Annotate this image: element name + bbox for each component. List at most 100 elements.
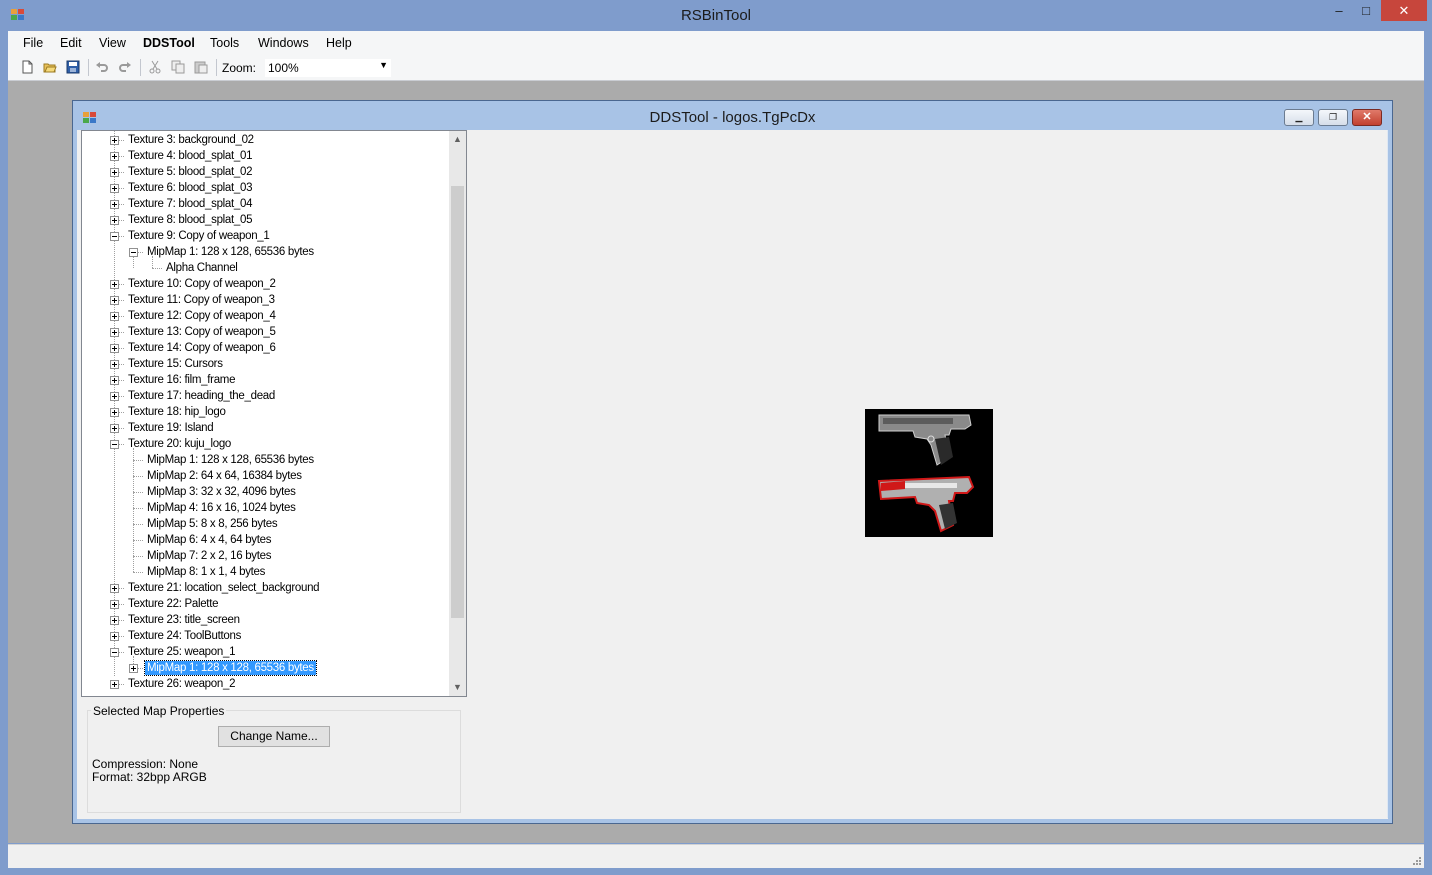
scroll-up-arrow-icon[interactable]: ▲ [449, 131, 466, 148]
tree-connector [133, 492, 143, 493]
tree-node-label: Texture 26: weapon_2 [128, 678, 236, 690]
collapse-minus-icon[interactable] [110, 648, 119, 657]
undo-icon[interactable] [95, 60, 109, 74]
expand-plus-icon[interactable] [110, 152, 119, 161]
tree-node-label: MipMap 1: 128 x 128, 65536 bytes [144, 660, 317, 676]
tree-node-label: MipMap 1: 128 x 128, 65536 bytes [147, 454, 314, 466]
tree-node-label: Texture 24: ToolButtons [128, 630, 242, 642]
expand-plus-icon[interactable] [110, 168, 119, 177]
tree-node-label: Texture 7: blood_splat_04 [128, 198, 253, 210]
tree-node-label: Texture 3: background_02 [128, 134, 254, 146]
tree-connector [133, 556, 143, 557]
cut-icon[interactable] [148, 60, 162, 74]
change-name-button[interactable]: Change Name... [218, 726, 330, 747]
tree-node-label: Texture 23: title_screen [128, 614, 240, 626]
tree-node-label: MipMap 2: 64 x 64, 16384 bytes [147, 470, 302, 482]
expand-plus-icon[interactable] [110, 408, 119, 417]
zoom-combobox[interactable]: 100% ▼ [264, 58, 392, 78]
menu-help[interactable]: Help [326, 36, 352, 50]
copy-icon[interactable] [171, 60, 185, 74]
tree-node-label: Texture 19: Island [128, 422, 214, 434]
expand-plus-icon[interactable] [110, 136, 119, 145]
tree-node-label: MipMap 1: 128 x 128, 65536 bytes [147, 246, 314, 258]
child-restore-button[interactable]: ❐ [1318, 109, 1348, 126]
chevron-down-icon[interactable]: ▼ [379, 60, 388, 70]
tree-node-label: Texture 6: blood_splat_03 [128, 182, 253, 194]
menu-bar: File Edit View DDSTool Tools Windows Hel… [8, 31, 1424, 56]
ddstool-window: DDSTool - logos.TgPcDx ▁ ❐ ✕ ▲ ▼ Texture… [72, 100, 1393, 824]
paste-icon[interactable] [194, 60, 208, 74]
minimize-button[interactable]: ‒ [1330, 0, 1348, 21]
tree-connector [133, 476, 143, 477]
tree-node-label: Texture 22: Palette [128, 598, 219, 610]
menu-tools[interactable]: Tools [210, 36, 239, 50]
expand-plus-icon[interactable] [110, 184, 119, 193]
maximize-button[interactable]: □ [1357, 0, 1375, 21]
tree-node-label: Texture 18: hip_logo [128, 406, 226, 418]
expand-plus-icon[interactable] [110, 616, 119, 625]
tree-node-label: Texture 9: Copy of weapon_1 [128, 230, 270, 242]
scrollbar-thumb[interactable] [451, 186, 464, 618]
menu-ddstool[interactable]: DDSTool [143, 36, 195, 50]
expand-plus-icon[interactable] [110, 360, 119, 369]
open-folder-icon[interactable] [43, 60, 57, 74]
menu-windows[interactable]: Windows [258, 36, 309, 50]
tree-connector [152, 268, 162, 269]
toolbar-separator [216, 59, 217, 76]
child-minimize-button[interactable]: ▁ [1284, 109, 1314, 126]
tree-connector [114, 131, 115, 676]
tree-node-label: Texture 13: Copy of weapon_5 [128, 326, 276, 338]
texture-tree-view[interactable]: ▲ ▼ Texture 3: background_02 Texture 4: b… [81, 130, 467, 697]
collapse-minus-icon[interactable] [129, 248, 138, 257]
expand-plus-icon[interactable] [110, 376, 119, 385]
expand-plus-icon[interactable] [110, 600, 119, 609]
window-title: RSBinTool [680, 7, 752, 24]
tree-node-label: Texture 21: location_select_background [128, 582, 320, 594]
tree-connector [133, 540, 143, 541]
resize-grip-icon[interactable] [1411, 855, 1421, 865]
tree-node-label: Alpha Channel [166, 262, 238, 274]
format-label: Format: 32bpp ARGB [92, 770, 207, 784]
tree-node-label: Texture 25: weapon_1 [128, 646, 236, 658]
expand-plus-icon[interactable] [110, 216, 119, 225]
expand-plus-icon[interactable] [110, 392, 119, 401]
properties-group-title: Selected Map Properties [91, 704, 227, 718]
expand-plus-icon[interactable] [110, 632, 119, 641]
menu-file[interactable]: File [23, 36, 43, 50]
expand-plus-icon[interactable] [129, 664, 138, 673]
tree-node-label: MipMap 7: 2 x 2, 16 bytes [147, 550, 272, 562]
tree-node-label: MipMap 3: 32 x 32, 4096 bytes [147, 486, 296, 498]
tree-node-label: MipMap 8: 1 x 1, 4 bytes [147, 566, 266, 578]
new-file-icon[interactable] [20, 60, 34, 74]
tree-node-label: Texture 4: blood_splat_01 [128, 150, 253, 162]
menu-view[interactable]: View [99, 36, 126, 50]
collapse-minus-icon[interactable] [110, 232, 119, 241]
expand-plus-icon[interactable] [110, 584, 119, 593]
scroll-down-arrow-icon[interactable]: ▼ [449, 679, 466, 696]
tree-vertical-scrollbar[interactable]: ▲ ▼ [449, 131, 466, 696]
tree-node-label: Texture 20: kuju_logo [128, 438, 232, 450]
menu-edit[interactable]: Edit [60, 36, 82, 50]
expand-plus-icon[interactable] [110, 280, 119, 289]
toolbar: Zoom: 100% ▼ [8, 55, 1424, 81]
toolbar-separator [140, 59, 141, 76]
expand-plus-icon[interactable] [110, 344, 119, 353]
collapse-minus-icon[interactable] [110, 440, 119, 449]
child-close-button[interactable]: ✕ [1352, 109, 1382, 126]
redo-icon[interactable] [118, 60, 132, 74]
pistol-texture-icon [877, 414, 975, 533]
expand-plus-icon[interactable] [110, 200, 119, 209]
tree-connector [133, 448, 134, 572]
tree-node-label: MipMap 6: 4 x 4, 64 bytes [147, 534, 272, 546]
expand-plus-icon[interactable] [110, 312, 119, 321]
texture-preview-image [865, 409, 993, 537]
save-icon[interactable] [66, 60, 80, 74]
expand-plus-icon[interactable] [110, 296, 119, 305]
tree-node-label: Texture 10: Copy of weapon_2 [128, 278, 276, 290]
tree-node-label: MipMap 4: 16 x 16, 1024 bytes [147, 502, 296, 514]
expand-plus-icon[interactable] [110, 680, 119, 689]
expand-plus-icon[interactable] [110, 328, 119, 337]
close-button[interactable]: ✕ [1381, 0, 1427, 21]
toolbar-separator [88, 59, 89, 76]
expand-plus-icon[interactable] [110, 424, 119, 433]
